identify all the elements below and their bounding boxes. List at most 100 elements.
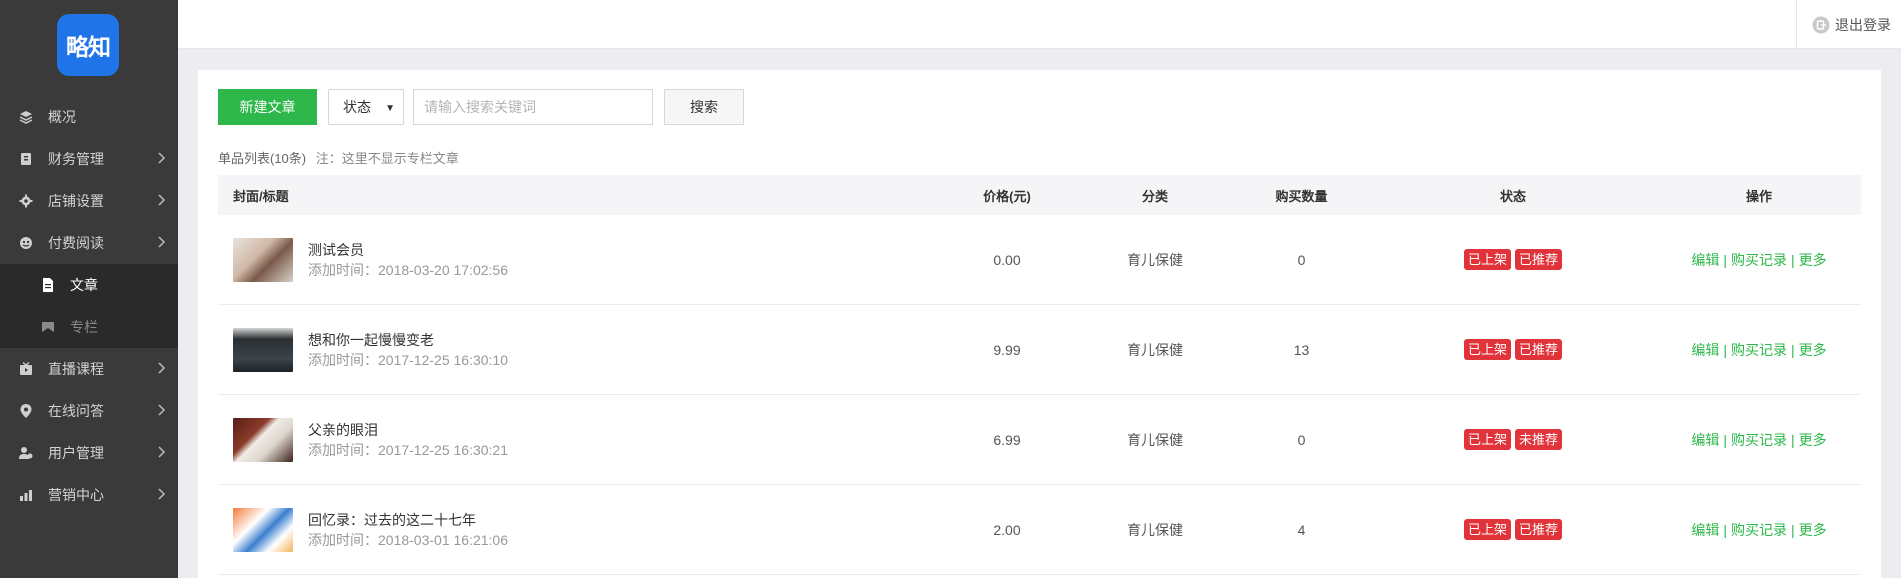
sidebar-item-finance[interactable]: 财务管理 — [0, 138, 178, 180]
added-time: 添加时间：2017-12-25 16:30:21 — [308, 441, 508, 458]
sidebar-item-label: 付费阅读 — [48, 235, 104, 251]
status-badge-not-recommended: 未推荐 — [1515, 429, 1563, 450]
article-table: 封面/标题 价格(元) 分类 购买数量 状态 操作 测试会员 添加时间：2018… — [218, 175, 1861, 575]
status-badge-recommended: 已推荐 — [1515, 339, 1563, 360]
separator: | — [1723, 431, 1727, 448]
sidebar-item-marketing[interactable]: 营销中心 — [0, 474, 178, 516]
edit-link[interactable]: 编辑 — [1691, 522, 1719, 538]
sidebar-item-shop-settings[interactable]: 店铺设置 — [0, 180, 178, 222]
status-cell: 已上架 已推荐 — [1369, 249, 1657, 270]
category-cell: 育儿保健 — [1127, 431, 1183, 448]
purchase-records-link[interactable]: 购买记录 — [1731, 432, 1787, 448]
sidebar-item-label: 概况 — [48, 109, 76, 125]
search-input[interactable] — [413, 89, 653, 125]
list-note: 注：这里不显示专栏文章 — [315, 151, 459, 166]
title-cell: 父亲的眼泪 添加时间：2017-12-25 16:30:21 — [218, 417, 938, 462]
table-row: 测试会员 添加时间：2018-03-20 17:02:56 0.00 育儿保健 … — [218, 215, 1861, 305]
separator: | — [1791, 251, 1795, 268]
sidebar-item-live-course[interactable]: 直播课程 — [0, 348, 178, 390]
actions-cell: 编辑 | 购买记录 | 更多 — [1657, 340, 1861, 360]
chevron-right-icon — [158, 361, 166, 377]
status-badge-listed: 已上架 — [1463, 519, 1511, 540]
sidebar-subitem-article[interactable]: 文章 — [0, 264, 178, 306]
logout-button[interactable]: 退出登录 — [1796, 0, 1901, 49]
table-row: 回忆录：过去的这二十七年 添加时间：2018-03-01 16:21:06 2.… — [218, 485, 1861, 575]
article-title[interactable]: 父亲的眼泪 — [308, 420, 508, 440]
cover-image[interactable] — [233, 237, 293, 282]
app-logo[interactable]: 略知 — [57, 14, 119, 76]
category-cell: 育儿保健 — [1127, 341, 1183, 358]
list-summary: 单品列表(10条) 注：这里不显示专栏文章 — [218, 148, 459, 167]
chevron-right-icon — [158, 487, 166, 503]
actions-cell: 编辑 | 购买记录 | 更多 — [1657, 250, 1861, 270]
more-link[interactable]: 更多 — [1799, 342, 1827, 358]
status-badge-listed: 已上架 — [1463, 429, 1511, 450]
separator: | — [1723, 521, 1727, 538]
status-badge-recommended: 已推荐 — [1515, 519, 1563, 540]
added-time: 添加时间：2017-12-25 16:30:10 — [308, 351, 508, 368]
sidebar-nav: 概况 财务管理 店铺设置 付费阅读 文章 专栏 直播课程 在线问答 用户管理 营… — [0, 96, 178, 516]
status-cell: 已上架 已推荐 — [1369, 519, 1657, 540]
content-panel: 新建文章 状态 ▼ 搜索 单品列表(10条) 注：这里不显示专栏文章 封面/标题… — [198, 70, 1881, 578]
table-header: 封面/标题 价格(元) 分类 购买数量 状态 操作 — [218, 175, 1861, 215]
purchase-records-link[interactable]: 购买记录 — [1731, 342, 1787, 358]
purchases-cell: 13 — [1293, 341, 1310, 358]
new-article-button[interactable]: 新建文章 — [218, 89, 317, 125]
sidebar-item-label: 店铺设置 — [48, 193, 104, 209]
caret-down-icon: ▼ — [385, 103, 395, 114]
title-cell: 想和你一起慢慢变老 添加时间：2017-12-25 16:30:10 — [218, 327, 938, 372]
sidebar-subitem-column[interactable]: 专栏 — [0, 306, 178, 348]
logout-label: 退出登录 — [1835, 16, 1891, 33]
cover-image[interactable] — [233, 417, 293, 462]
header-actions: 操作 — [1745, 188, 1772, 204]
more-link[interactable]: 更多 — [1799, 252, 1827, 268]
header-purchases: 购买数量 — [1275, 188, 1328, 204]
purchases-cell: 0 — [1297, 431, 1306, 448]
more-link[interactable]: 更多 — [1799, 522, 1827, 538]
edit-link[interactable]: 编辑 — [1691, 432, 1719, 448]
sidebar-item-qa[interactable]: 在线问答 — [0, 390, 178, 432]
category-cell: 育儿保健 — [1127, 521, 1183, 538]
purchase-records-link[interactable]: 购买记录 — [1731, 252, 1787, 268]
gear-icon — [18, 193, 34, 209]
search-button[interactable]: 搜索 — [664, 89, 744, 125]
video-icon — [18, 361, 34, 377]
sidebar-subitem-label: 专栏 — [70, 319, 98, 335]
article-title[interactable]: 测试会员 — [308, 240, 508, 260]
added-time: 添加时间：2018-03-01 16:21:06 — [308, 531, 508, 548]
edit-link[interactable]: 编辑 — [1691, 252, 1719, 268]
status-badge-listed: 已上架 — [1463, 249, 1511, 270]
chevron-right-icon — [158, 445, 166, 461]
header-category: 分类 — [1141, 188, 1168, 204]
article-title[interactable]: 想和你一起慢慢变老 — [308, 330, 508, 350]
more-link[interactable]: 更多 — [1799, 432, 1827, 448]
article-title[interactable]: 回忆录：过去的这二十七年 — [308, 510, 508, 530]
top-bar: 退出登录 — [178, 0, 1901, 49]
sidebar-item-overview[interactable]: 概况 — [0, 96, 178, 138]
cover-image[interactable] — [233, 507, 293, 552]
purchase-records-link[interactable]: 购买记录 — [1731, 522, 1787, 538]
price-cell: 2.00 — [993, 521, 1021, 538]
list-count: 单品列表(10条) — [218, 151, 307, 166]
title-cell: 测试会员 添加时间：2018-03-20 17:02:56 — [218, 237, 938, 282]
chart-icon — [18, 487, 34, 503]
chevron-right-icon — [158, 235, 166, 251]
status-cell: 已上架 已推荐 — [1369, 339, 1657, 360]
status-select[interactable]: 状态 ▼ — [328, 89, 404, 125]
header-title: 封面/标题 — [233, 188, 289, 204]
edit-link[interactable]: 编辑 — [1691, 342, 1719, 358]
chevron-right-icon — [158, 193, 166, 209]
sidebar-item-users[interactable]: 用户管理 — [0, 432, 178, 474]
status-badge-listed: 已上架 — [1463, 339, 1511, 360]
cover-image[interactable] — [233, 327, 293, 372]
reader-icon — [18, 235, 34, 251]
sidebar-item-paid-reading[interactable]: 付费阅读 — [0, 222, 178, 264]
status-cell: 已上架 未推荐 — [1369, 429, 1657, 450]
chevron-right-icon — [158, 151, 166, 167]
pin-icon — [18, 403, 34, 419]
separator: | — [1791, 341, 1795, 358]
separator: | — [1723, 251, 1727, 268]
purchases-cell: 4 — [1297, 521, 1306, 538]
sidebar-subitem-label: 文章 — [70, 277, 98, 293]
sidebar: 略知 概况 财务管理 店铺设置 付费阅读 文章 专栏 直播课程 在线问答 用户管… — [0, 0, 178, 578]
